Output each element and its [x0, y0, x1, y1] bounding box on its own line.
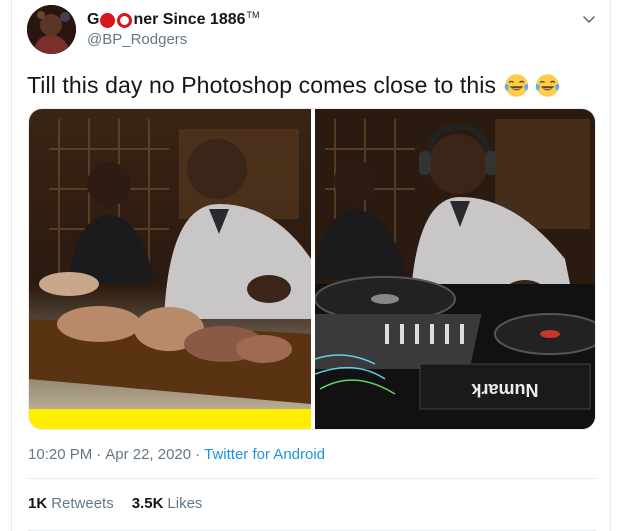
author-handle[interactable]: @BP_Rodgers [87, 31, 187, 48]
retweets-label: Retweets [51, 495, 114, 512]
face-with-tears-of-joy-icon [504, 74, 529, 97]
source-separator: · [195, 446, 201, 463]
tweet-stats: 1K Retweets 3.5K Likes [28, 495, 220, 512]
trademark-mark: TM [246, 10, 260, 20]
divider [28, 478, 596, 479]
tweet-text-content: Till this day no Photoshop comes close t… [27, 72, 497, 98]
likes-label: Likes [167, 495, 203, 512]
tweet-time[interactable]: 10:20 PM [28, 446, 92, 463]
numark-brand-text: Numark [471, 380, 539, 400]
chevron-down-icon[interactable] [580, 10, 598, 28]
photo-left[interactable] [29, 109, 311, 429]
tweet-date[interactable]: Apr 22, 2020 [105, 446, 191, 463]
red-ring-icon [117, 12, 133, 28]
tweet-card: G ner Since 1886 TM @BP_Rodgers Till thi… [0, 0, 623, 531]
retweets-count: 1K [28, 495, 48, 512]
photo-right[interactable]: Numark [315, 109, 595, 429]
tweet-media[interactable]: Numark [28, 108, 596, 430]
red-dot-icon [100, 12, 116, 28]
tweet-text: Till this day no Photoshop comes close t… [27, 72, 561, 99]
tweet-source-link[interactable]: Twitter for Android [204, 446, 325, 463]
retweets-stat[interactable]: 1K Retweets [28, 495, 114, 512]
avatar[interactable] [27, 5, 76, 54]
author-name-prefix: G [87, 11, 100, 28]
likes-stat[interactable]: 3.5K Likes [132, 495, 203, 512]
timestamp-separator: · [96, 446, 102, 463]
author-name-suffix: ner Since 1886 [133, 11, 246, 28]
likes-count: 3.5K [131, 495, 164, 512]
avatar-image [27, 5, 76, 54]
author-name[interactable]: G ner Since 1886 TM [87, 9, 260, 31]
face-with-tears-of-joy-icon [535, 74, 560, 97]
tweet-timestamp: 10:20 PM · Apr 22, 2020 · Twitter for An… [28, 446, 325, 463]
